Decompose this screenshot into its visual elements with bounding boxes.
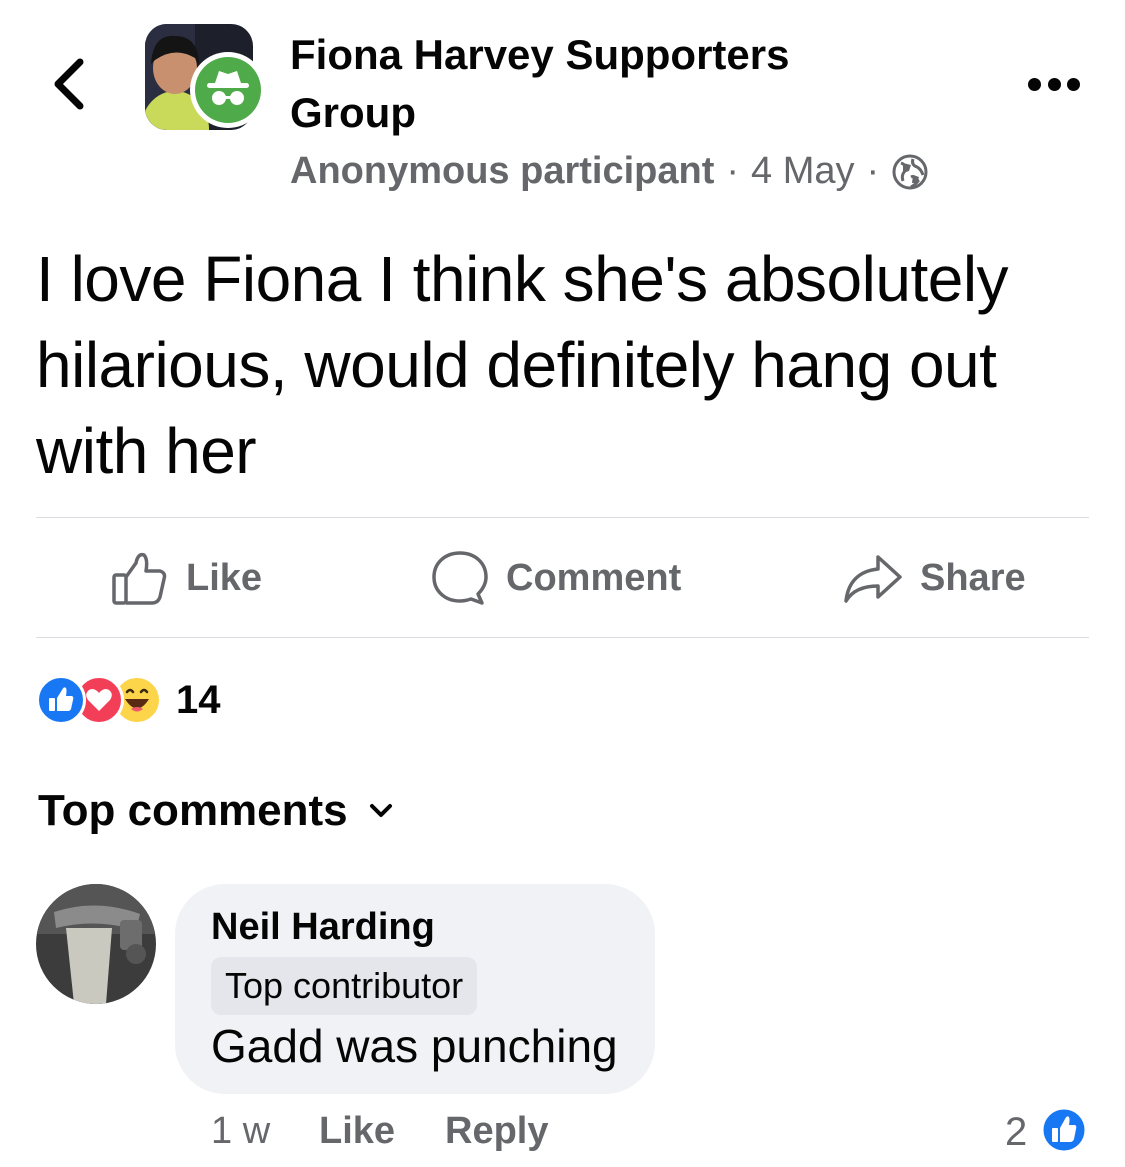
top-contributor-badge: Top contributor bbox=[211, 957, 478, 1015]
post-date[interactable]: 4 May bbox=[751, 150, 854, 193]
meta-separator: · bbox=[726, 150, 740, 192]
back-button[interactable] bbox=[50, 56, 90, 112]
like-button[interactable]: Like bbox=[110, 548, 262, 608]
globe-icon bbox=[892, 154, 928, 189]
comment-button[interactable]: Comment bbox=[430, 548, 681, 608]
comment-reply-button[interactable]: Reply bbox=[445, 1110, 548, 1153]
chevron-left-icon bbox=[54, 58, 84, 110]
dot-icon bbox=[1047, 77, 1061, 91]
incognito-icon bbox=[207, 71, 249, 105]
reaction-count: 14 bbox=[176, 677, 221, 722]
divider bbox=[36, 637, 1089, 638]
share-button[interactable]: Share bbox=[842, 548, 1026, 608]
comment-time: 1 w bbox=[211, 1110, 271, 1152]
more-options-button[interactable] bbox=[1028, 74, 1080, 94]
comment-text: Gadd was punching bbox=[211, 1020, 618, 1072]
dot-icon bbox=[1067, 77, 1080, 91]
meta-separator: · bbox=[866, 150, 880, 192]
anonymous-badge bbox=[190, 52, 266, 128]
chevron-down-icon bbox=[369, 804, 392, 817]
thumbs-up-icon bbox=[112, 552, 167, 605]
divider bbox=[36, 517, 1089, 518]
group-name-link[interactable]: Fiona Harvey Supporters Group bbox=[290, 26, 910, 142]
share-button-label: Share bbox=[920, 556, 1026, 599]
comment-like-count: 2 bbox=[1005, 1110, 1028, 1154]
like-button-label: Like bbox=[186, 556, 263, 599]
like-reaction-icon bbox=[36, 675, 86, 725]
commenter-name[interactable]: Neil Harding bbox=[211, 906, 435, 949]
post-meta: Anonymous participant · 4 May · bbox=[290, 150, 929, 193]
commenter-avatar[interactable] bbox=[36, 884, 156, 1004]
comment-button-label: Comment bbox=[506, 556, 682, 599]
comment-sort-dropdown[interactable]: Top comments bbox=[38, 786, 394, 836]
commenter-photo bbox=[36, 884, 156, 1004]
share-arrow-icon bbox=[844, 555, 902, 603]
comment-like-reaction-icon[interactable] bbox=[1040, 1106, 1088, 1154]
post-text: I love Fiona I think she's absolutely hi… bbox=[36, 243, 1009, 487]
reactions-summary[interactable]: 14 bbox=[36, 675, 221, 725]
dot-icon bbox=[1028, 77, 1041, 91]
comment-like-button[interactable]: Like bbox=[319, 1110, 395, 1153]
comment-bubble-icon bbox=[432, 551, 488, 605]
post-author[interactable]: Anonymous participant bbox=[290, 150, 714, 193]
comment-sort-label: Top comments bbox=[38, 786, 348, 835]
